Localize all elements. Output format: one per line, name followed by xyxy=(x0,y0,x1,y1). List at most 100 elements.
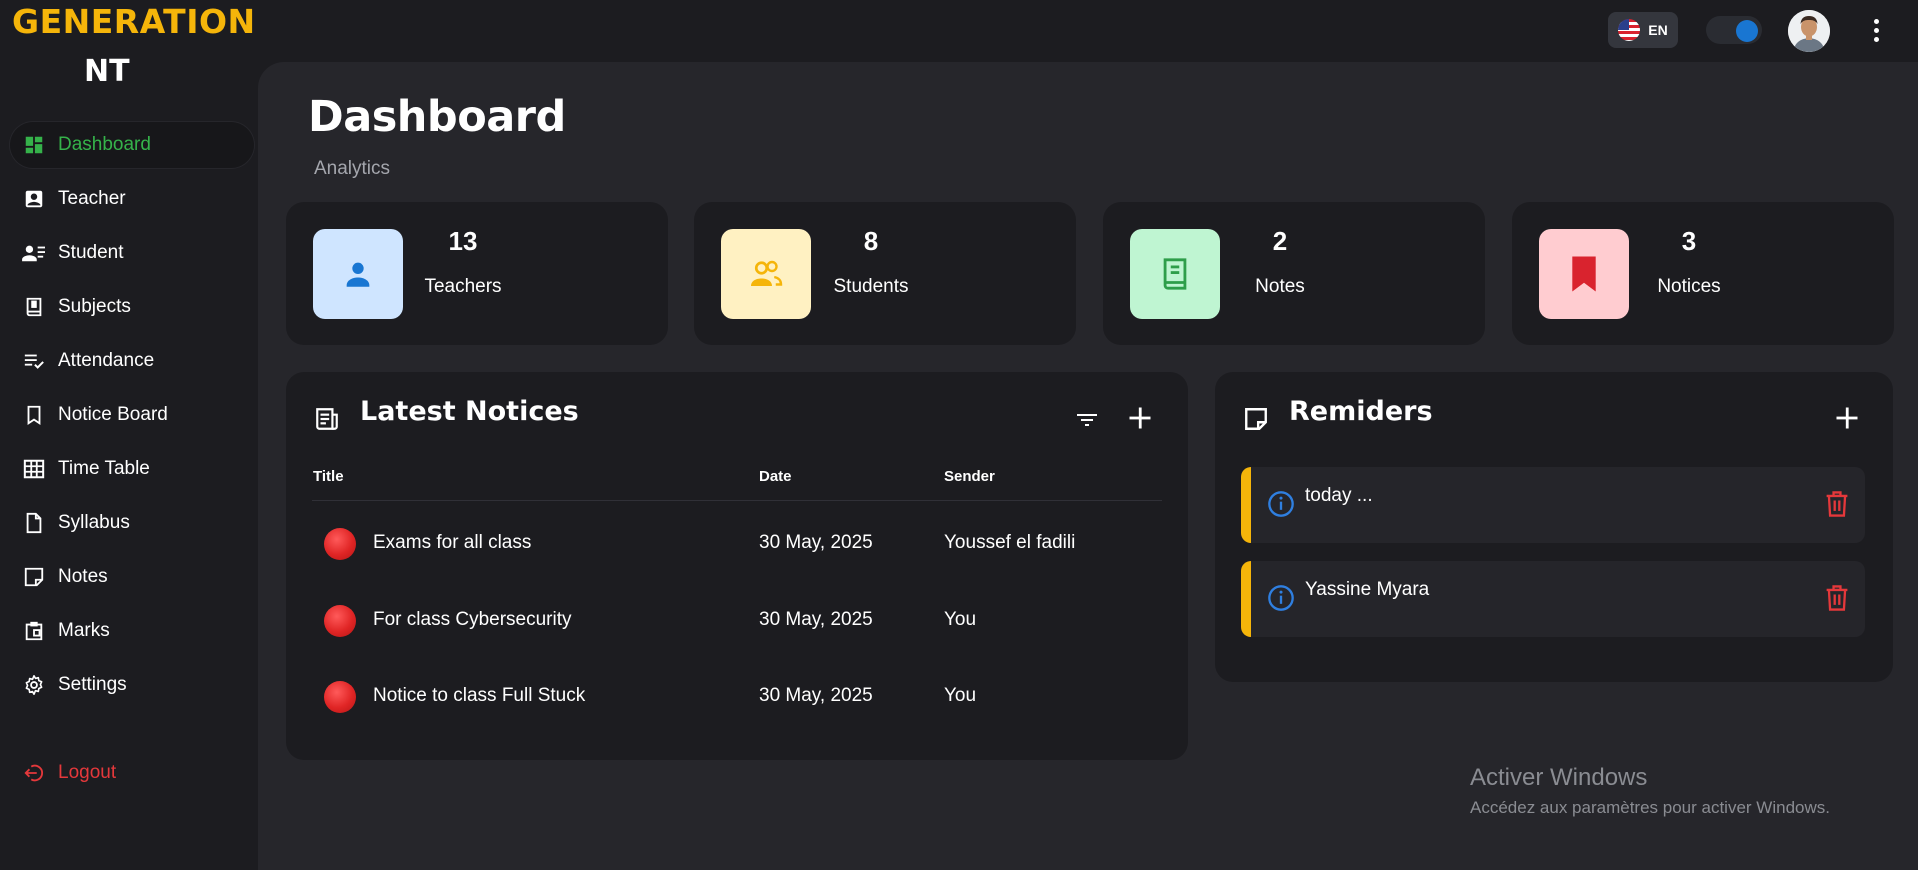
sidebar-item-notes[interactable]: Notes xyxy=(10,554,254,600)
add-reminder-button[interactable] xyxy=(1833,404,1861,437)
delete-icon[interactable] xyxy=(1823,489,1851,519)
windows-activation-title: Activer Windows xyxy=(1470,764,1648,791)
notice-sender: You xyxy=(944,609,977,630)
delete-icon[interactable] xyxy=(1823,583,1851,613)
sidebar-item-label: Student xyxy=(58,242,124,263)
sidebar-item-marks[interactable]: Marks xyxy=(10,608,254,654)
column-header-date[interactable]: Date xyxy=(759,468,792,485)
windows-activation-subtitle: Accédez aux paramètres pour activer Wind… xyxy=(1470,798,1830,817)
stat-label: Notes xyxy=(1255,276,1305,297)
book-icon xyxy=(1130,229,1220,319)
subjects-icon xyxy=(22,295,46,319)
reminder-accent-bar xyxy=(1241,467,1251,543)
newspaper-icon xyxy=(314,406,340,432)
table-row[interactable]: Notice to class Full Stuck 30 May, 2025 … xyxy=(286,659,1188,735)
notice-sender: Youssef el fadili xyxy=(944,532,1076,553)
more-options-icon[interactable] xyxy=(1864,14,1888,46)
stat-card-students[interactable]: 8 Students xyxy=(694,202,1076,345)
info-icon xyxy=(1267,584,1295,612)
notice-date: 30 May, 2025 xyxy=(759,609,873,630)
bookmark-icon xyxy=(1539,229,1629,319)
sidebar-item-notice-board[interactable]: Notice Board xyxy=(10,392,254,438)
stat-label: Teachers xyxy=(424,276,502,297)
user-avatar[interactable] xyxy=(1788,10,1830,52)
sidebar-item-label: Time Table xyxy=(58,458,150,479)
filter-icon[interactable] xyxy=(1075,408,1099,437)
sidebar-item-syllabus[interactable]: Syllabus xyxy=(10,500,254,546)
sidebar-item-settings[interactable]: Settings xyxy=(10,662,254,708)
sticky-note-icon xyxy=(1243,406,1269,432)
sidebar-item-label: Subjects xyxy=(58,296,131,317)
sidebar-item-teacher[interactable]: Teacher xyxy=(10,176,254,222)
theme-toggle-knob xyxy=(1736,20,1758,42)
reminder-item[interactable]: Yassine Myara xyxy=(1241,561,1865,637)
bookmark-icon xyxy=(22,403,46,427)
sidebar: Dashboard Teacher Student Subjects Atten… xyxy=(0,120,258,870)
grid-icon xyxy=(22,457,46,481)
group-icon xyxy=(721,229,811,319)
stat-label: Students xyxy=(833,276,909,297)
sidebar-item-attendance[interactable]: Attendance xyxy=(10,338,254,384)
student-icon xyxy=(22,241,46,265)
file-icon xyxy=(22,511,46,535)
panel-title: Remiders xyxy=(1289,396,1433,427)
latest-notices-panel: Latest Notices Title Date Sender Exams f… xyxy=(286,372,1188,760)
theme-toggle[interactable] xyxy=(1706,16,1762,44)
brand-name-line1: GENERATION xyxy=(12,2,256,41)
stat-card-notices[interactable]: 3 Notices xyxy=(1512,202,1894,345)
reminder-text: today ... xyxy=(1305,485,1373,506)
status-dot-icon xyxy=(324,528,356,560)
clipboard-icon xyxy=(22,619,46,643)
reminder-accent-bar xyxy=(1241,561,1251,637)
stat-value: 3 xyxy=(1681,226,1697,256)
column-header-title[interactable]: Title xyxy=(313,468,344,485)
panel-title: Latest Notices xyxy=(360,396,579,427)
table-row[interactable]: Exams for all class 30 May, 2025 Youssef… xyxy=(286,506,1188,582)
brand-logo: GENERATION NT xyxy=(0,0,258,120)
sidebar-item-label: Notice Board xyxy=(58,404,168,425)
gear-icon xyxy=(22,673,46,697)
stat-value: 8 xyxy=(863,226,879,256)
add-notice-button[interactable] xyxy=(1126,404,1154,437)
sidebar-item-subjects[interactable]: Subjects xyxy=(10,284,254,330)
sidebar-item-label: Notes xyxy=(58,566,108,587)
language-selector-button[interactable]: EN xyxy=(1608,12,1678,48)
notice-title: Exams for all class xyxy=(373,532,532,553)
attendance-icon xyxy=(22,349,46,373)
logout-icon xyxy=(22,761,46,785)
plus-icon xyxy=(1836,407,1858,429)
sidebar-item-label: Attendance xyxy=(58,350,155,371)
teacher-icon xyxy=(22,187,46,211)
sidebar-item-label: Teacher xyxy=(58,188,126,209)
table-header-divider xyxy=(312,500,1162,501)
person-icon xyxy=(313,229,403,319)
page-title: Dashboard xyxy=(308,92,566,142)
logout-button[interactable]: Logout xyxy=(10,750,254,796)
stat-card-notes[interactable]: 2 Notes xyxy=(1103,202,1485,345)
notice-date: 30 May, 2025 xyxy=(759,532,873,553)
sidebar-item-time-table[interactable]: Time Table xyxy=(10,446,254,492)
plus-icon xyxy=(1129,407,1151,429)
us-flag-icon xyxy=(1618,19,1641,41)
info-icon xyxy=(1267,490,1295,518)
status-dot-icon xyxy=(324,681,356,713)
brand-name-line2: NT xyxy=(84,54,130,89)
sidebar-item-dashboard[interactable]: Dashboard xyxy=(10,122,254,168)
page-subtitle: Analytics xyxy=(314,158,391,179)
notice-title: For class Cybersecurity xyxy=(373,609,572,630)
stat-label: Notices xyxy=(1657,276,1721,297)
sidebar-item-label: Marks xyxy=(58,620,110,641)
stat-value: 13 xyxy=(448,226,478,256)
stat-card-teachers[interactable]: 13 Teachers xyxy=(286,202,668,345)
reminder-text: Yassine Myara xyxy=(1305,579,1430,600)
sidebar-item-label: Settings xyxy=(58,674,127,695)
table-row[interactable]: For class Cybersecurity 30 May, 2025 You xyxy=(286,583,1188,659)
dashboard-icon xyxy=(22,133,46,157)
sidebar-item-student[interactable]: Student xyxy=(10,230,254,276)
status-dot-icon xyxy=(324,605,356,637)
stat-value: 2 xyxy=(1272,226,1288,256)
reminder-item[interactable]: today ... xyxy=(1241,467,1865,543)
notice-title: Notice to class Full Stuck xyxy=(373,685,586,706)
column-header-sender[interactable]: Sender xyxy=(944,468,995,485)
notice-sender: You xyxy=(944,685,977,706)
